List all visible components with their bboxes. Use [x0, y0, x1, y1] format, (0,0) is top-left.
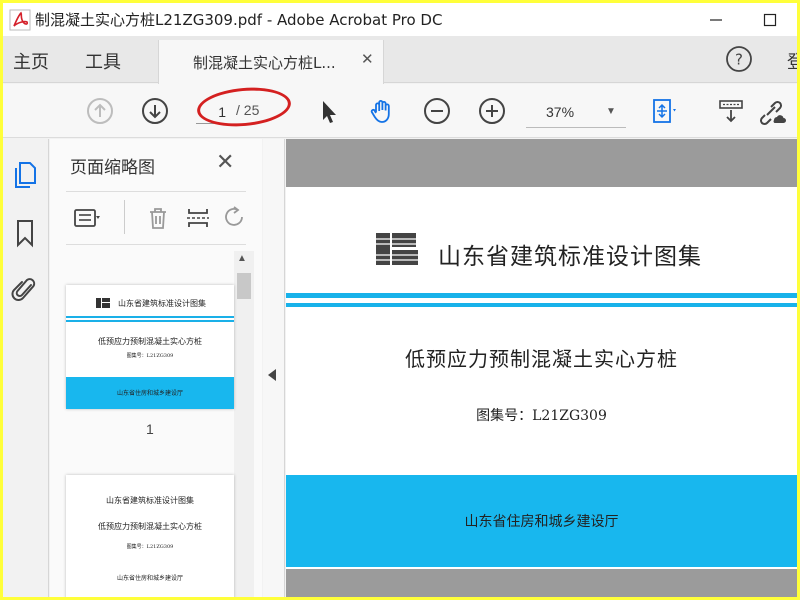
chevron-down-icon: ▼	[606, 106, 616, 117]
panel-collapse-handle[interactable]	[263, 139, 285, 597]
title-bar: 制混凝土实心方桩L21ZG309.pdf - Adobe Acrobat Pro…	[3, 3, 797, 36]
menu-tools[interactable]: 工具	[85, 48, 121, 74]
acrobat-logo-icon	[9, 9, 31, 31]
rotate-icon[interactable]	[222, 204, 250, 232]
close-icon[interactable]: ✕	[216, 149, 234, 175]
zoom-out-icon[interactable]	[422, 96, 452, 126]
delete-icon[interactable]	[144, 204, 172, 232]
page-thumbnail-1[interactable]: 山东省建筑标准设计图集 低预应力预制混凝土实心方桩 图集号：L21ZG309 山…	[66, 285, 234, 409]
header-rule	[286, 303, 797, 307]
thumb-title: 低预应力预制混凝土实心方桩	[98, 522, 202, 531]
thumbnails-panel: 页面缩略图 ✕ ▲ 山东省建筑标准设计图集 低预应力预制混凝土实心方桩 图集号：…	[50, 139, 262, 597]
document-view[interactable]: 山东省建筑标准设计图集 低预应力预制混凝土实心方桩 图集号：L21ZG309 山…	[286, 139, 797, 597]
scroll-up-icon[interactable]: ▲	[237, 253, 247, 264]
page-thumbnail-2[interactable]: 山东省建筑标准设计图集 低预应力预制混凝土实心方桩 图集号：L21ZG309 山…	[66, 475, 234, 597]
page-options-icon[interactable]	[72, 204, 100, 232]
toolbar: / 25 37% ▼	[3, 84, 797, 138]
publisher-band: 山东省住房和城乡建设厅	[286, 475, 797, 567]
thumb-header: 山东省建筑标准设计图集	[118, 299, 206, 308]
panel-title: 页面缩略图	[70, 158, 155, 178]
next-page-icon[interactable]	[140, 96, 170, 126]
minimize-icon[interactable]	[693, 3, 739, 36]
sign-in-button[interactable]: 登	[787, 48, 800, 74]
publisher-logo-icon	[374, 231, 420, 267]
zoom-select[interactable]: 37% ▼	[526, 98, 626, 128]
thumbnail-list: ▲ 山东省建筑标准设计图集 低预应力预制混凝土实心方桩 图集号：L21ZG309…	[50, 247, 262, 597]
hand-tool-icon[interactable]	[367, 96, 397, 126]
menu-home[interactable]: 主页	[13, 48, 49, 74]
close-icon[interactable]: ✕	[361, 50, 374, 68]
thumb-number: 图集号：L21ZG309	[126, 544, 174, 550]
thumb-publisher: 山东省住房和城乡建设厅	[116, 575, 183, 582]
share-link-icon[interactable]	[756, 96, 786, 126]
prev-page-icon[interactable]	[85, 96, 115, 126]
svg-text:?: ?	[735, 51, 743, 69]
insert-page-icon[interactable]	[184, 204, 212, 232]
window-title: 制混凝土实心方桩L21ZG309.pdf - Adobe Acrobat Pro…	[35, 11, 443, 29]
document-publisher: 山东省住房和城乡建设厅	[464, 514, 619, 530]
maximize-icon[interactable]	[747, 3, 793, 36]
panel-toolbar	[66, 191, 246, 245]
thumb-publisher: 山东省住房和城乡建设厅	[116, 390, 183, 397]
scroll-mode-icon[interactable]	[716, 96, 746, 126]
thumb-number: 图集号：L21ZG309	[126, 353, 174, 359]
thumb-header: 山东省建筑标准设计图集	[106, 496, 194, 505]
header-rule	[286, 293, 797, 298]
fit-page-icon[interactable]	[648, 96, 678, 126]
attachment-icon[interactable]	[11, 273, 39, 305]
document-title: 低预应力预制混凝土实心方桩	[405, 347, 678, 371]
thumb-title: 低预应力预制混凝土实心方桩	[98, 337, 202, 346]
document-number: 图集号：L21ZG309	[476, 408, 607, 424]
menu-bar: 主页 工具 制混凝土实心方桩L... ✕ ? 登	[3, 36, 800, 84]
divider	[124, 200, 125, 234]
document-page: 山东省建筑标准设计图集 低预应力预制混凝土实心方桩 图集号：L21ZG309 山…	[286, 187, 797, 569]
bookmark-icon[interactable]	[11, 217, 39, 249]
select-cursor-icon[interactable]	[313, 96, 343, 126]
scroll-thumb[interactable]	[237, 273, 251, 299]
thumb-band: 山东省住房和城乡建设厅	[66, 377, 234, 409]
thumbnail-page-label: 1	[146, 421, 154, 437]
thumb-rule	[66, 320, 234, 322]
document-tab[interactable]: 制混凝土实心方桩L... ✕	[158, 40, 384, 84]
document-header: 山东省建筑标准设计图集	[438, 244, 702, 270]
help-icon[interactable]: ?	[725, 45, 753, 73]
zoom-in-icon[interactable]	[477, 96, 507, 126]
zoom-value: 37%	[546, 104, 575, 120]
left-rail	[3, 139, 49, 597]
collapse-arrow-icon	[268, 369, 276, 381]
thumb-rule	[66, 316, 234, 318]
document-tab-label: 制混凝土实心方桩L...	[193, 54, 336, 72]
thumbnails-icon[interactable]	[11, 159, 39, 191]
